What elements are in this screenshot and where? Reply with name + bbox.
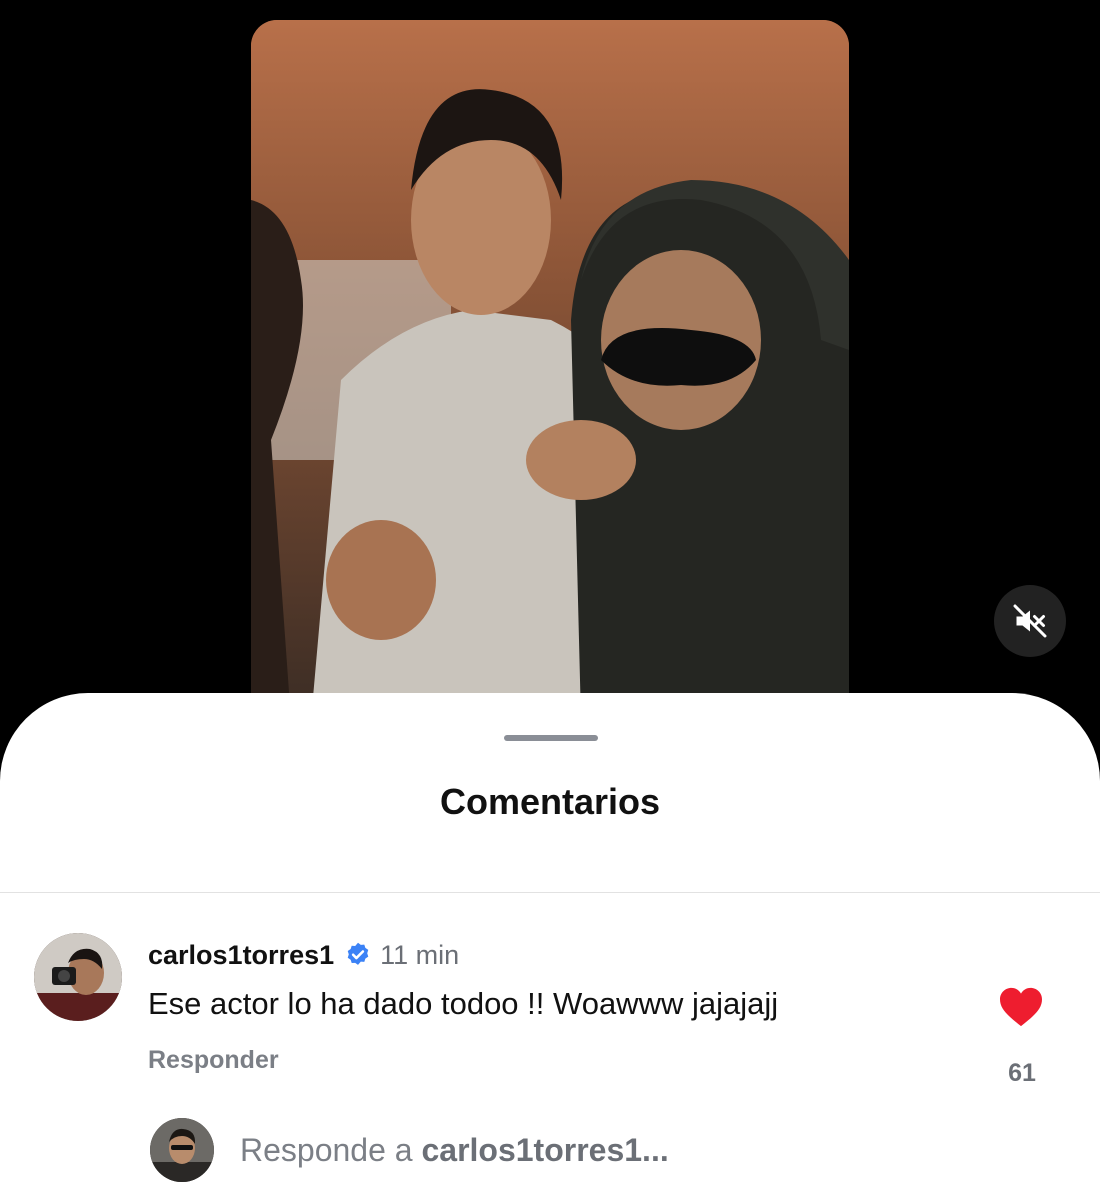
- current-user-avatar: [150, 1118, 214, 1182]
- comment-avatar[interactable]: [34, 933, 122, 1021]
- comments-sheet: Comentarios carlos1torres1 11 min Ese ac…: [0, 693, 1100, 1200]
- video-frame-image: [251, 20, 849, 720]
- video-player[interactable]: [251, 20, 849, 720]
- reply-input[interactable]: Responde a carlos1torres1...: [150, 1118, 669, 1182]
- comment-text: Ese actor lo ha dado todoo !! Woawww jaj…: [148, 986, 779, 1021]
- speaker-muted-icon: [1013, 604, 1047, 638]
- like-count: 61: [1008, 1059, 1036, 1087]
- comment-header: carlos1torres1 11 min: [148, 939, 459, 971]
- divider: [0, 892, 1100, 893]
- heart-icon[interactable]: [998, 986, 1044, 1028]
- reply-placeholder: Responde a carlos1torres1...: [240, 1132, 669, 1169]
- comment-username[interactable]: carlos1torres1: [148, 939, 334, 971]
- comment-time: 11 min: [380, 940, 460, 970]
- reply-button[interactable]: Responder: [148, 1046, 279, 1075]
- avatar-photo: [150, 1118, 214, 1182]
- mute-button[interactable]: [994, 585, 1066, 657]
- sheet-title: Comentarios: [439, 781, 661, 822]
- reply-target: carlos1torres1...: [421, 1131, 669, 1168]
- avatar-photo: [34, 933, 122, 1021]
- reply-prefix: Responde a: [240, 1131, 422, 1168]
- verified-badge-icon: [347, 942, 369, 965]
- sheet-grab-handle[interactable]: [504, 735, 598, 741]
